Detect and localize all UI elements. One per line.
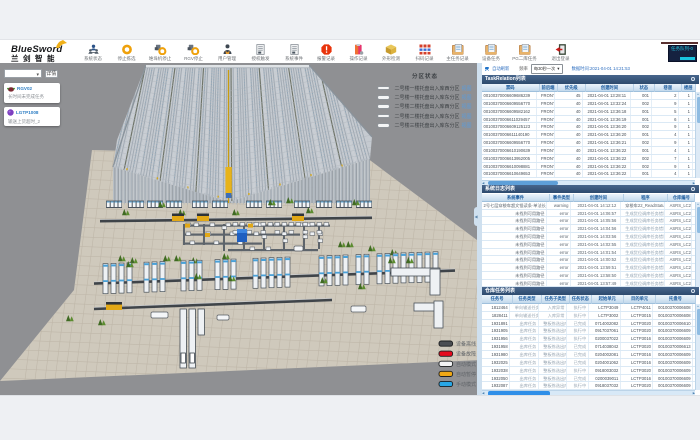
svg-text:设备故障: 设备故障: [456, 351, 476, 358]
svg-text:自动暂停: 自动暂停: [456, 371, 476, 378]
svg-text:手动模式: 手动模式: [456, 381, 476, 388]
svg-text:自动模式: 自动模式: [456, 361, 476, 368]
svg-text:设备离线: 设备离线: [456, 341, 476, 348]
